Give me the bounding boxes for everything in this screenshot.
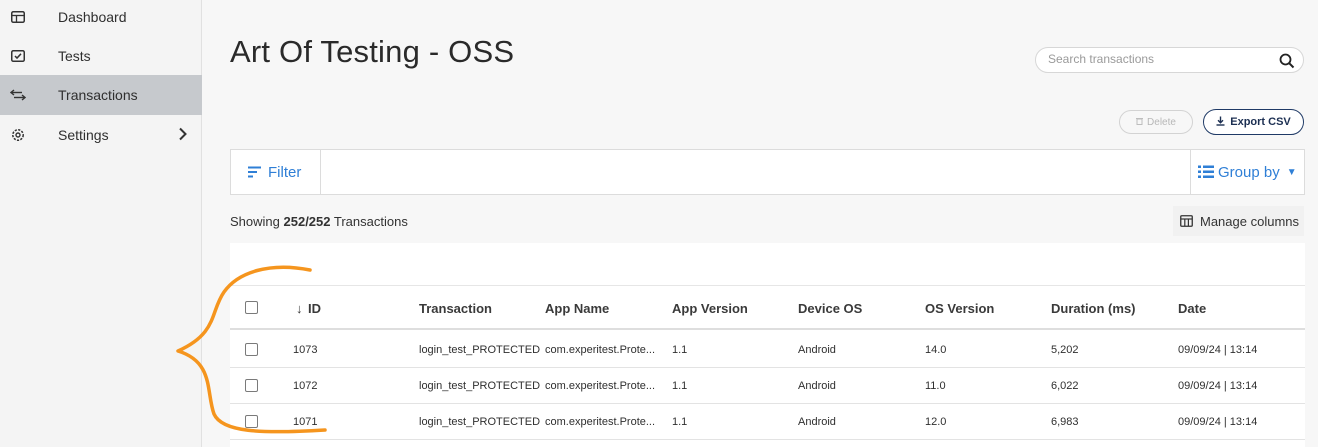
column-header-app-name[interactable]: App Name [545,301,609,316]
cell-transaction: login_test_PROTECTED [419,344,541,356]
cell-duration: 6,022 [1051,380,1079,392]
cell-app-version: 1.1 [672,380,688,392]
cell-app-name: com.experitest.Prote... [545,416,656,428]
manage-columns-button[interactable]: Manage columns [1173,206,1304,236]
cell-device-os: Android [798,344,836,356]
group-by-icon [1198,165,1214,179]
cell-id: 1073 [293,344,318,356]
tests-icon [10,48,26,64]
cell-duration: 5,202 [1051,344,1079,356]
cell-id: 1072 [293,380,318,392]
sidebar-item-label: Settings [58,127,109,143]
cell-device-os: Android [798,380,836,392]
search-box[interactable] [1035,47,1304,73]
column-header-device-os[interactable]: Device OS [798,301,862,316]
export-csv-button[interactable]: Export CSV [1203,109,1304,135]
sidebar-item-label: Dashboard [58,9,127,25]
cell-os-version: 12.0 [925,416,947,428]
sidebar: Dashboard Tests Transactions Settings [0,0,202,447]
filter-label: Filter [268,163,302,181]
cell-date: 09/09/24 | 13:14 [1178,416,1258,428]
cell-date: 09/09/24 | 13:14 [1178,380,1258,392]
summary-count: 252/252 [283,214,331,229]
cell-id: 1071 [293,416,318,428]
export-label: Export CSV [1230,116,1291,128]
cell-duration: 6,983 [1051,416,1079,428]
sort-desc-icon[interactable]: ↓ [296,301,303,316]
gear-icon [10,127,26,143]
column-header-date[interactable]: Date [1178,301,1206,316]
filter-bar: Filter Group by ▼ [230,149,1305,195]
group-by-label: Group by [1218,163,1280,181]
delete-label: Delete [1147,116,1176,128]
cell-app-name: com.experitest.Prote... [545,344,656,356]
cell-date: 09/09/24 | 13:14 [1178,344,1258,356]
main-content: Art Of Testing - OSS Delete Export CSV F… [203,0,1318,447]
summary-prefix: Showing [230,214,280,229]
manage-columns-label: Manage columns [1200,213,1299,229]
column-header-os-version[interactable]: OS Version [925,301,994,316]
page-title: Art Of Testing - OSS [230,34,515,69]
table-row[interactable]: 1073 login_test_PROTECTED com.experitest… [230,332,1305,368]
row-checkbox[interactable] [245,343,258,356]
row-checkbox[interactable] [245,415,258,428]
columns-icon [1180,215,1193,227]
select-all-checkbox[interactable] [245,301,258,314]
column-header-transaction[interactable]: Transaction [419,301,492,316]
column-header-app-version[interactable]: App Version [672,301,748,316]
search-input[interactable] [1048,52,1268,66]
table-header: ↓ ID Transaction App Name App Version De… [230,285,1305,330]
cell-os-version: 14.0 [925,344,947,356]
delete-button[interactable]: Delete [1119,110,1193,134]
filter-button[interactable]: Filter [231,150,321,194]
summary-suffix: Transactions [333,214,408,229]
sidebar-item-dashboard[interactable]: Dashboard [0,0,202,37]
transactions-icon [10,87,26,103]
table-row[interactable]: 1071 login_test_PROTECTED com.experitest… [230,404,1305,440]
sidebar-item-settings[interactable]: Settings [0,115,202,155]
sidebar-item-label: Tests [58,48,91,64]
column-header-duration[interactable]: Duration (ms) [1051,301,1136,316]
column-header-id[interactable]: ID [308,301,321,316]
table-row[interactable]: 1072 login_test_PROTECTED com.experitest… [230,368,1305,404]
cell-transaction: login_test_PROTECTED [419,416,541,428]
cell-app-version: 1.1 [672,416,688,428]
trash-icon [1136,117,1144,128]
group-by-button[interactable]: Group by ▼ [1190,150,1304,194]
download-icon [1216,116,1225,129]
search-icon[interactable] [1279,53,1295,74]
cell-app-version: 1.1 [672,344,688,356]
transactions-table: ↓ ID Transaction App Name App Version De… [230,243,1305,447]
cell-device-os: Android [798,416,836,428]
results-summary: Showing 252/252 Transactions [230,214,408,229]
cell-transaction: login_test_PROTECTED [419,380,541,392]
dashboard-icon [10,9,26,25]
cell-os-version: 11.0 [925,380,946,392]
sidebar-item-tests[interactable]: Tests [0,36,202,76]
cell-app-name: com.experitest.Prote... [545,380,656,392]
row-checkbox[interactable] [245,379,258,392]
caret-down-icon: ▼ [1286,166,1297,178]
filter-icon [248,166,262,178]
sidebar-item-label: Transactions [58,87,138,103]
sidebar-item-transactions[interactable]: Transactions [0,75,202,115]
chevron-right-icon[interactable] [178,127,188,144]
